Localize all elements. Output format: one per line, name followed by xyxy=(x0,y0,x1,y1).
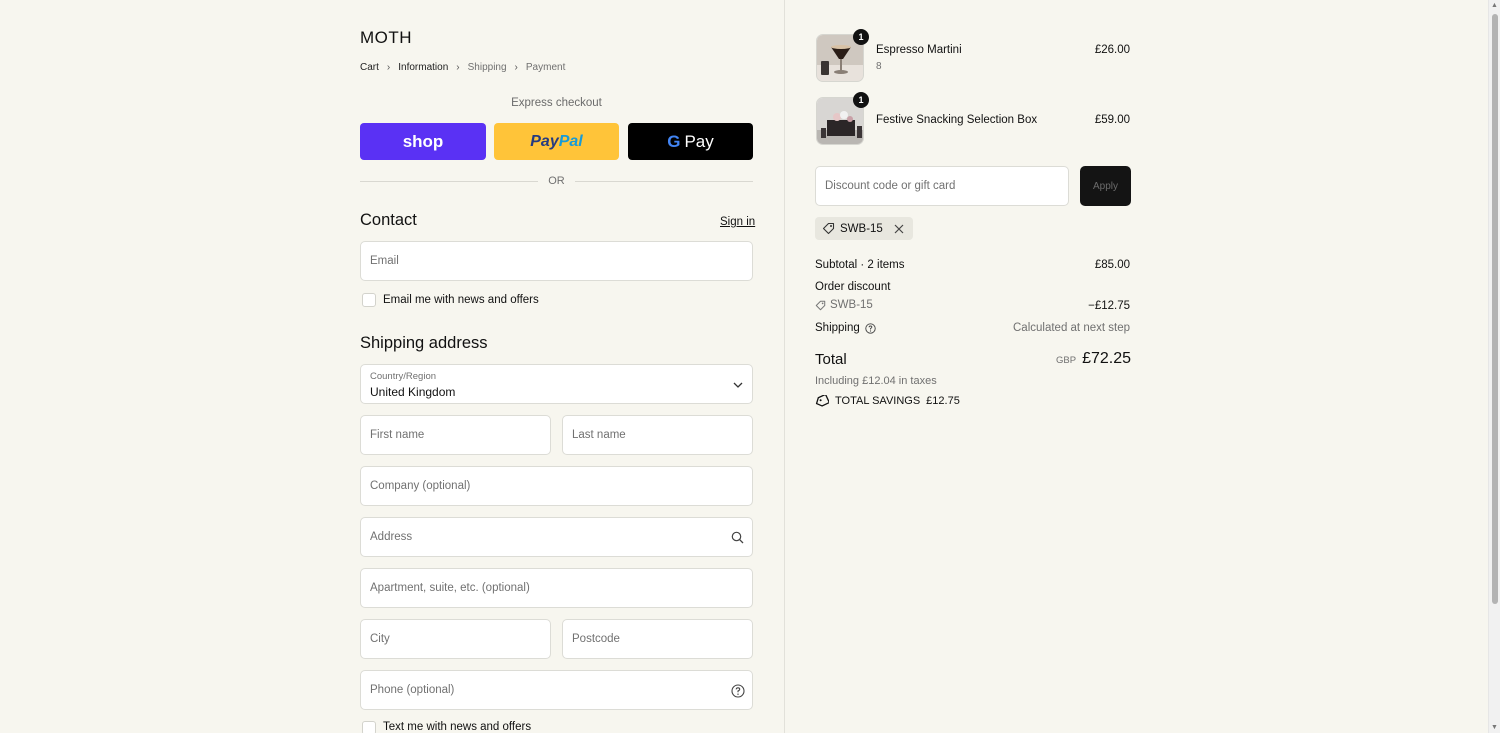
google-pay-label: Pay xyxy=(684,131,714,151)
total-amount: GBP £72.25 xyxy=(980,350,1131,368)
applied-code-label: SWB-15 xyxy=(840,222,883,235)
page-scrollbar[interactable]: ▲ ▼ xyxy=(1488,0,1500,733)
total-label: Total xyxy=(815,351,847,368)
tag-icon xyxy=(815,300,826,310)
express-checkout-title: Express checkout xyxy=(511,97,602,109)
checkout-form-panel: MOTH Cart › Information › Shipping › Pay… xyxy=(0,0,784,733)
email-placeholder: Email xyxy=(370,255,399,267)
divider-line xyxy=(360,180,539,182)
breadcrumb-shipping: Shipping xyxy=(467,62,507,73)
divider-line xyxy=(574,180,753,182)
apply-discount-button[interactable]: Apply xyxy=(1080,166,1131,206)
shipping-label: Shipping xyxy=(815,322,860,334)
discount-code-text: SWB-15 xyxy=(830,299,873,311)
remove-discount-close-icon[interactable] xyxy=(892,222,906,236)
applied-discount-tag: SWB-15 xyxy=(815,217,913,240)
sign-in-link[interactable]: Sign in xyxy=(720,216,755,228)
scroll-up-arrow-icon[interactable]: ▲ xyxy=(1491,2,1498,9)
city-placeholder: City xyxy=(370,633,390,645)
apply-label: Apply xyxy=(1092,180,1118,192)
product-variant: 8 xyxy=(876,61,882,72)
quantity-badge: 1 xyxy=(853,92,869,108)
scrollbar-thumb[interactable] xyxy=(1492,14,1498,604)
shipping-address-heading: Shipping address xyxy=(360,334,488,352)
apartment-field[interactable]: Apartment, suite, etc. (optional) xyxy=(360,568,753,608)
total-value: £72.25 xyxy=(1082,350,1131,367)
subtotal-label: Subtotal · 2 items xyxy=(815,259,905,271)
search-icon[interactable] xyxy=(731,531,744,544)
city-field[interactable]: City xyxy=(360,619,551,659)
chevron-down-icon xyxy=(733,382,743,388)
chevron-right-icon: › xyxy=(456,62,460,73)
product-price: £26.00 xyxy=(1094,44,1130,56)
savings-value: £12.75 xyxy=(926,395,960,407)
shipping-value: Calculated at next step xyxy=(1013,322,1130,334)
paypal-button[interactable]: Pay Pal xyxy=(494,123,619,160)
breadcrumb: Cart › Information › Shipping › Payment xyxy=(360,62,565,73)
savings-tag-icon xyxy=(815,395,829,407)
breadcrumb-payment: Payment xyxy=(525,62,566,73)
discount-code-row: SWB-15 xyxy=(815,299,873,311)
phone-placeholder: Phone (optional) xyxy=(370,684,455,696)
paypal-label-part1: Pay xyxy=(530,132,559,150)
help-circle-icon[interactable] xyxy=(865,322,876,334)
first-name-placeholder: First name xyxy=(370,429,425,441)
shop-pay-label: shop xyxy=(402,131,444,151)
discount-code-placeholder: Discount code or gift card xyxy=(825,180,956,192)
savings-label: TOTAL SAVINGS xyxy=(835,395,921,407)
product-name: Espresso Martini xyxy=(876,44,962,56)
google-pay-button[interactable]: G Pay xyxy=(628,123,753,160)
quantity-badge: 1 xyxy=(853,29,869,45)
discount-value: −£12.75 xyxy=(1088,300,1130,312)
country-value: United Kingdom xyxy=(370,385,456,399)
contact-heading: Contact xyxy=(360,211,417,229)
first-name-field[interactable]: First name xyxy=(360,415,551,455)
or-divider: OR xyxy=(360,175,753,187)
product-price: £59.00 xyxy=(1094,114,1130,126)
breadcrumb-cart[interactable]: Cart xyxy=(360,62,379,73)
subtotal-value: £85.00 xyxy=(1094,259,1130,271)
shop-pay-button[interactable]: shop xyxy=(360,123,486,160)
taxes-note: Including £12.04 in taxes xyxy=(815,375,937,387)
tag-icon xyxy=(822,222,835,235)
store-logo[interactable]: MOTH xyxy=(360,28,412,48)
address-placeholder: Address xyxy=(370,531,413,543)
email-field[interactable]: Email xyxy=(360,241,753,281)
apartment-placeholder: Apartment, suite, etc. (optional) xyxy=(370,582,530,594)
shipping-row: Shipping xyxy=(815,322,876,334)
paypal-label-part2: Pal xyxy=(558,132,583,150)
address-field[interactable]: Address xyxy=(360,517,753,557)
breadcrumb-information: Information xyxy=(398,62,449,73)
chevron-right-icon: › xyxy=(514,62,518,73)
help-circle-icon[interactable] xyxy=(731,684,745,698)
postcode-placeholder: Postcode xyxy=(572,633,620,645)
currency-code: GBP xyxy=(1056,355,1077,366)
total-savings: TOTAL SAVINGS £12.75 xyxy=(815,395,960,407)
last-name-placeholder: Last name xyxy=(572,429,626,441)
email-news-checkbox[interactable] xyxy=(362,293,376,307)
order-discount-label: Order discount xyxy=(815,281,891,293)
country-label: Country/Region xyxy=(370,371,437,382)
text-news-checkbox[interactable] xyxy=(362,721,376,733)
chevron-right-icon: › xyxy=(386,62,391,73)
scroll-down-arrow-icon[interactable]: ▼ xyxy=(1491,724,1498,731)
company-field[interactable]: Company (optional) xyxy=(360,466,753,506)
postcode-field[interactable]: Postcode xyxy=(562,619,753,659)
order-summary-panel: 1 Espresso Martini 8 £26.00 1 Festive Sn… xyxy=(784,0,1488,733)
or-label: OR xyxy=(548,175,565,187)
discount-code-field[interactable]: Discount code or gift card xyxy=(815,166,1069,206)
text-news-label: Text me with news and offers xyxy=(383,721,532,733)
country-select[interactable]: Country/Region United Kingdom xyxy=(360,364,753,404)
email-news-label: Email me with news and offers xyxy=(383,294,539,306)
phone-field[interactable]: Phone (optional) xyxy=(360,670,753,710)
google-g-icon: G xyxy=(667,131,681,151)
last-name-field[interactable]: Last name xyxy=(562,415,753,455)
company-placeholder: Company (optional) xyxy=(370,480,471,492)
product-name: Festive Snacking Selection Box xyxy=(876,114,1038,126)
